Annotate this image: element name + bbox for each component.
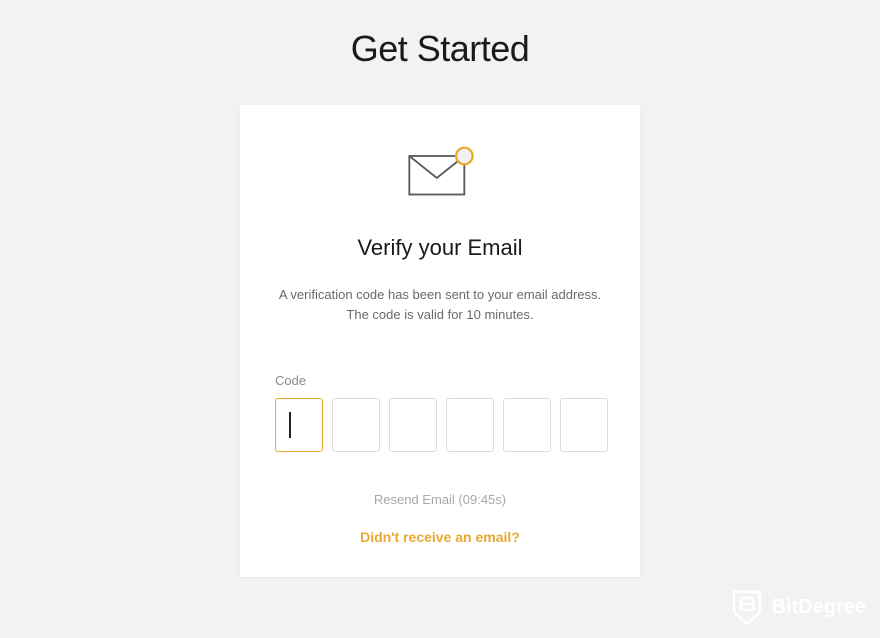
envelope-icon-wrapper	[275, 145, 605, 200]
code-digit-6[interactable]	[560, 398, 608, 452]
code-digit-3[interactable]	[389, 398, 437, 452]
page-title: Get Started	[351, 28, 530, 70]
main-container: Get Started Verify your Email A verifica…	[0, 0, 880, 577]
code-digit-2[interactable]	[332, 398, 380, 452]
description-line-2: The code is valid for 10 minutes.	[346, 307, 533, 322]
verification-card: Verify your Email A verification code ha…	[240, 105, 640, 577]
help-link[interactable]: Didn't receive an email?	[275, 529, 605, 545]
bitdegree-shield-icon	[730, 588, 764, 626]
card-heading: Verify your Email	[275, 235, 605, 261]
code-digit-4[interactable]	[446, 398, 494, 452]
envelope-notification-icon	[403, 145, 478, 200]
description-line-1: A verification code has been sent to you…	[279, 287, 601, 302]
watermark-brand-text: BitDegree	[772, 596, 866, 619]
code-field-label: Code	[275, 373, 605, 388]
card-description: A verification code has been sent to you…	[275, 285, 605, 325]
code-digit-5[interactable]	[503, 398, 551, 452]
code-input-group	[275, 398, 605, 452]
resend-email-timer: Resend Email (09:45s)	[275, 492, 605, 507]
watermark: BitDegree	[730, 588, 866, 626]
code-digit-1[interactable]	[275, 398, 323, 452]
